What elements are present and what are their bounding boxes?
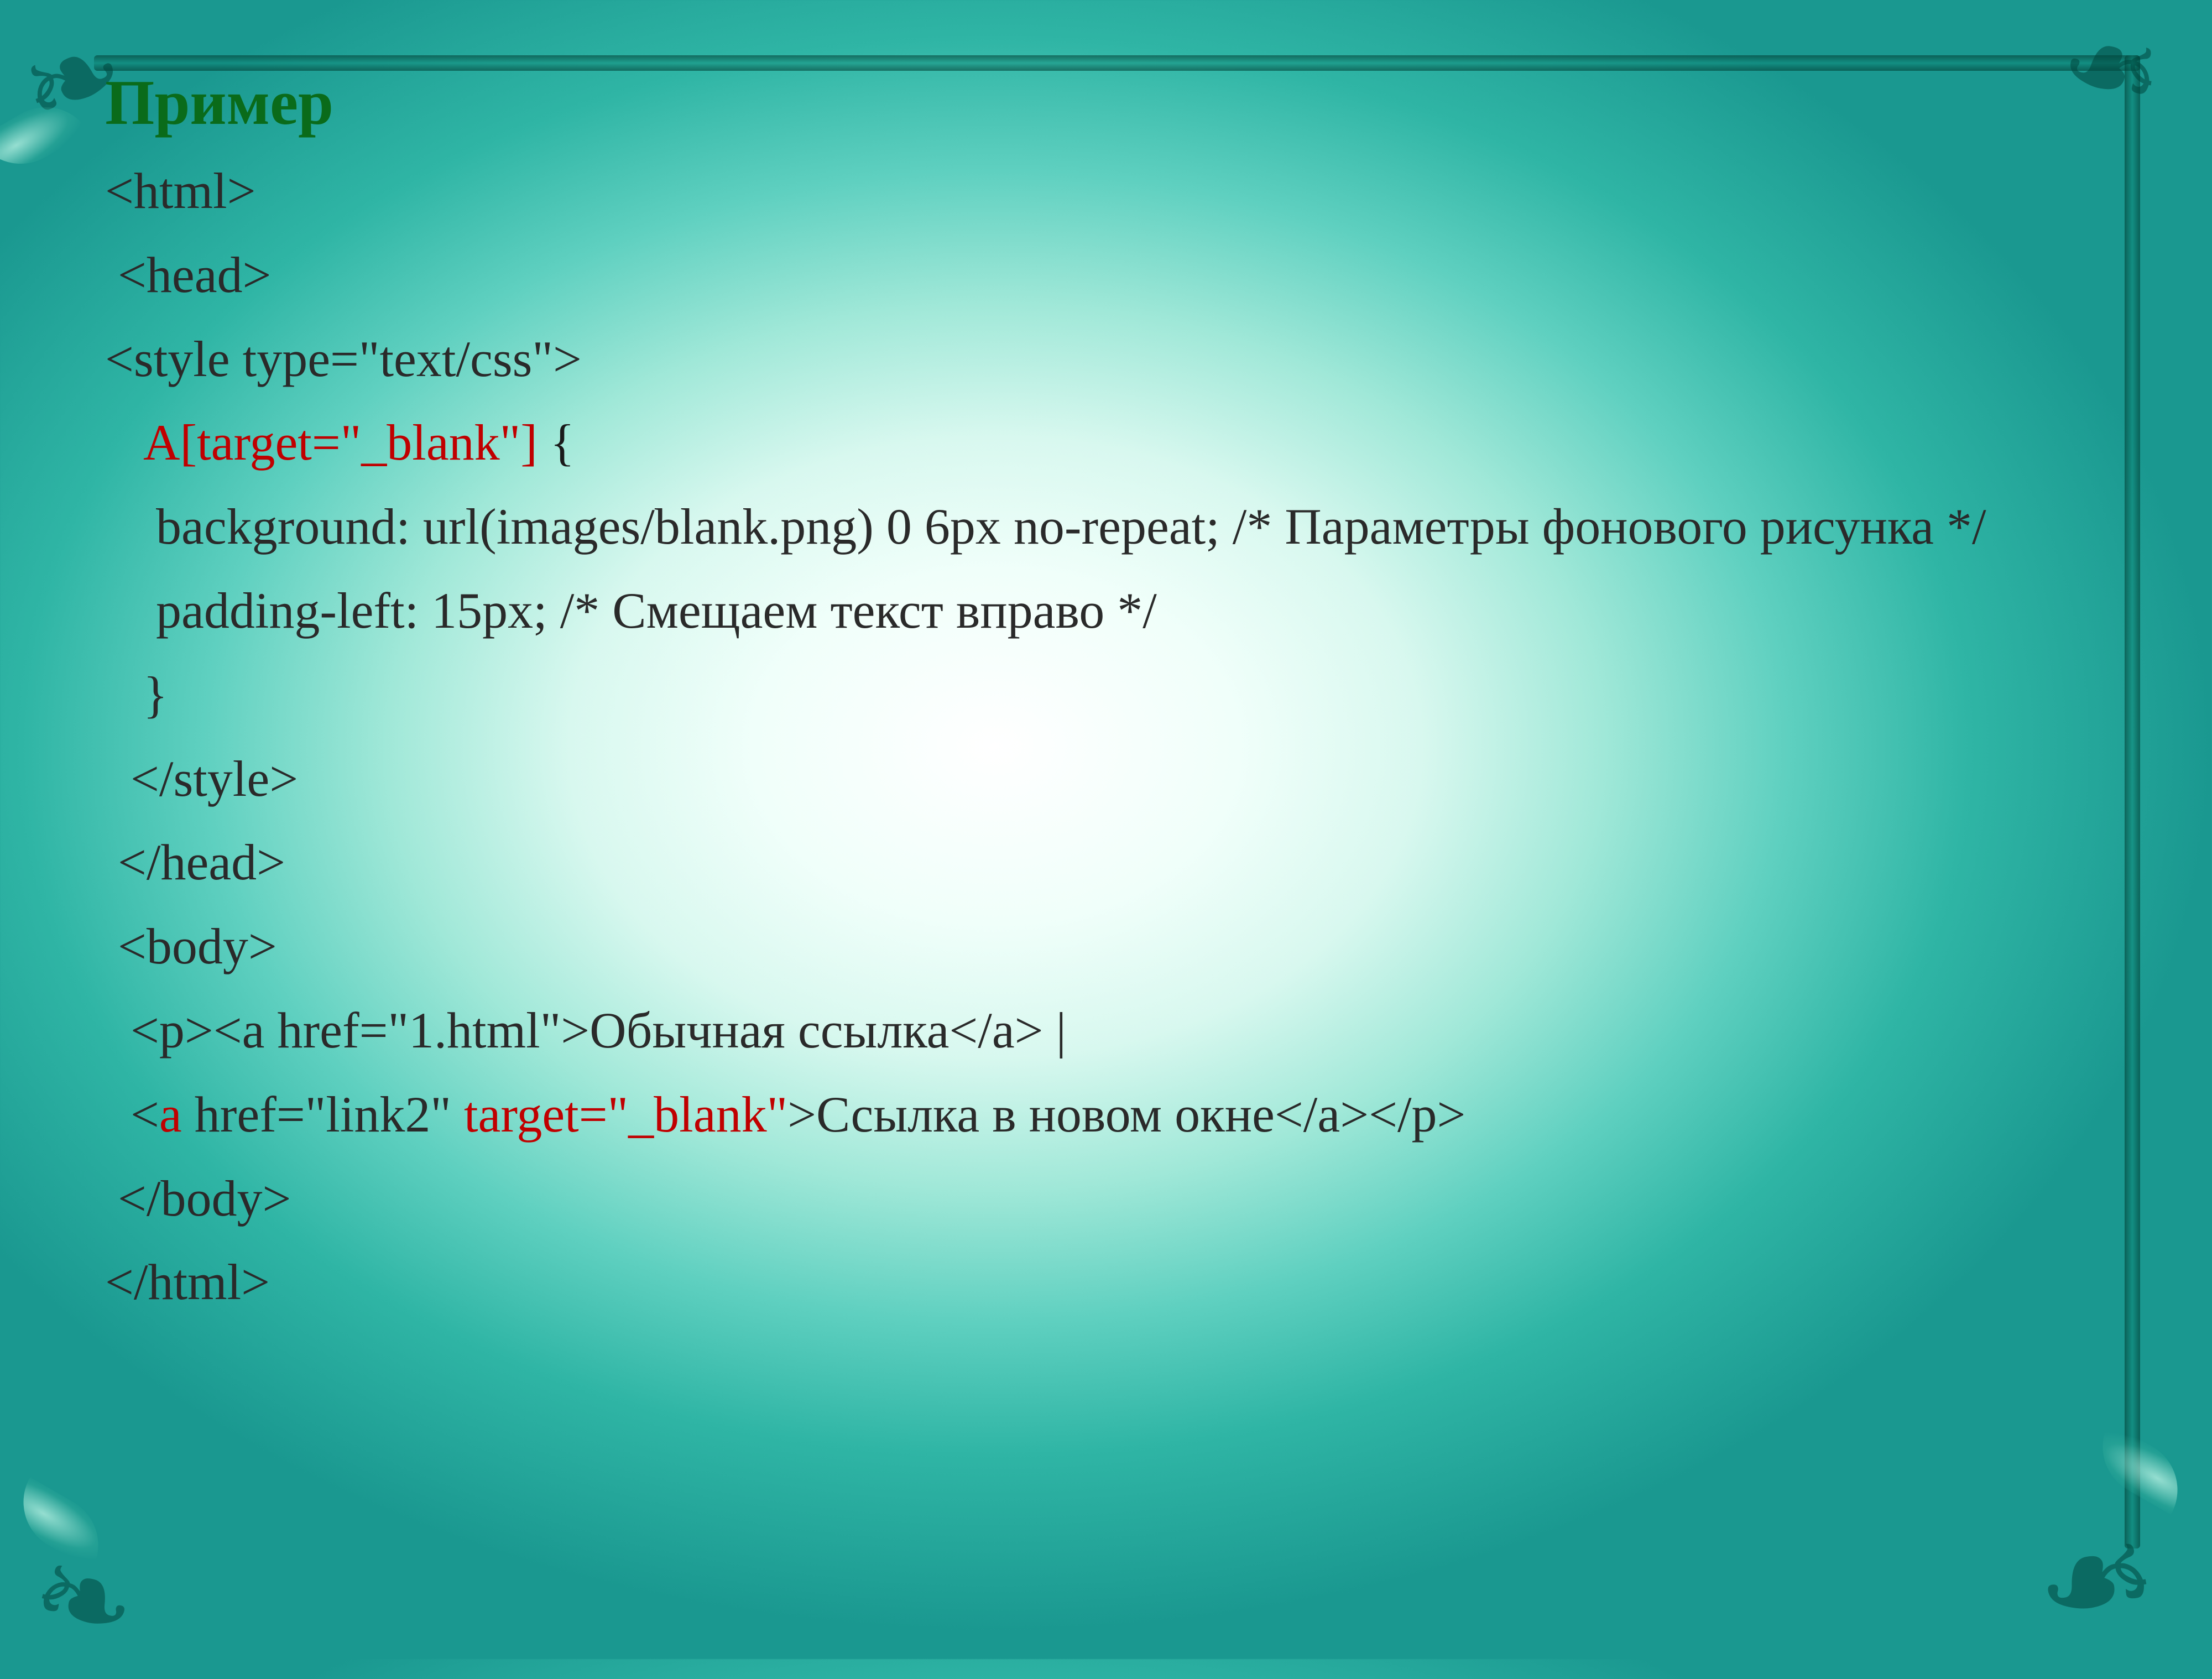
html-attr-highlight: target="_blank" bbox=[464, 1086, 787, 1143]
code-line: <head> bbox=[105, 233, 2090, 317]
code-line: background: url(images/blank.png) 0 6px … bbox=[105, 485, 2090, 569]
frame-right-bar bbox=[2125, 55, 2140, 1548]
flourish-bottom-left: ❧ bbox=[25, 1552, 143, 1649]
code-line: <style type="text/css"> bbox=[105, 317, 2090, 401]
code-line: <p><a href="1.html">Обычная ссылка</a> | bbox=[105, 989, 2090, 1073]
flourish-bottom-right: ❧ bbox=[2030, 1530, 2163, 1635]
code-line: </body> bbox=[105, 1157, 2090, 1241]
code-line: </style> bbox=[105, 737, 2090, 821]
code-line: } bbox=[105, 653, 2090, 737]
code-line: </head> bbox=[105, 821, 2090, 905]
slide-content: Пример <html> <head> <style type="text/c… bbox=[105, 66, 2090, 1325]
code-line: padding-left: 15px; /* Смещаем текст впр… bbox=[105, 569, 2090, 653]
css-selector: A[target="_blank"] bbox=[105, 414, 550, 471]
code-line: <a href="link2" target="_blank">Ссылка в… bbox=[105, 1073, 2090, 1157]
slide-title: Пример bbox=[105, 66, 2090, 139]
code-line: A[target="_blank"] { bbox=[105, 401, 2090, 485]
code-line: </html> bbox=[105, 1240, 2090, 1325]
code-line: <html> bbox=[105, 149, 2090, 233]
code-line: <body> bbox=[105, 905, 2090, 989]
html-tag-highlight: a bbox=[159, 1086, 195, 1143]
